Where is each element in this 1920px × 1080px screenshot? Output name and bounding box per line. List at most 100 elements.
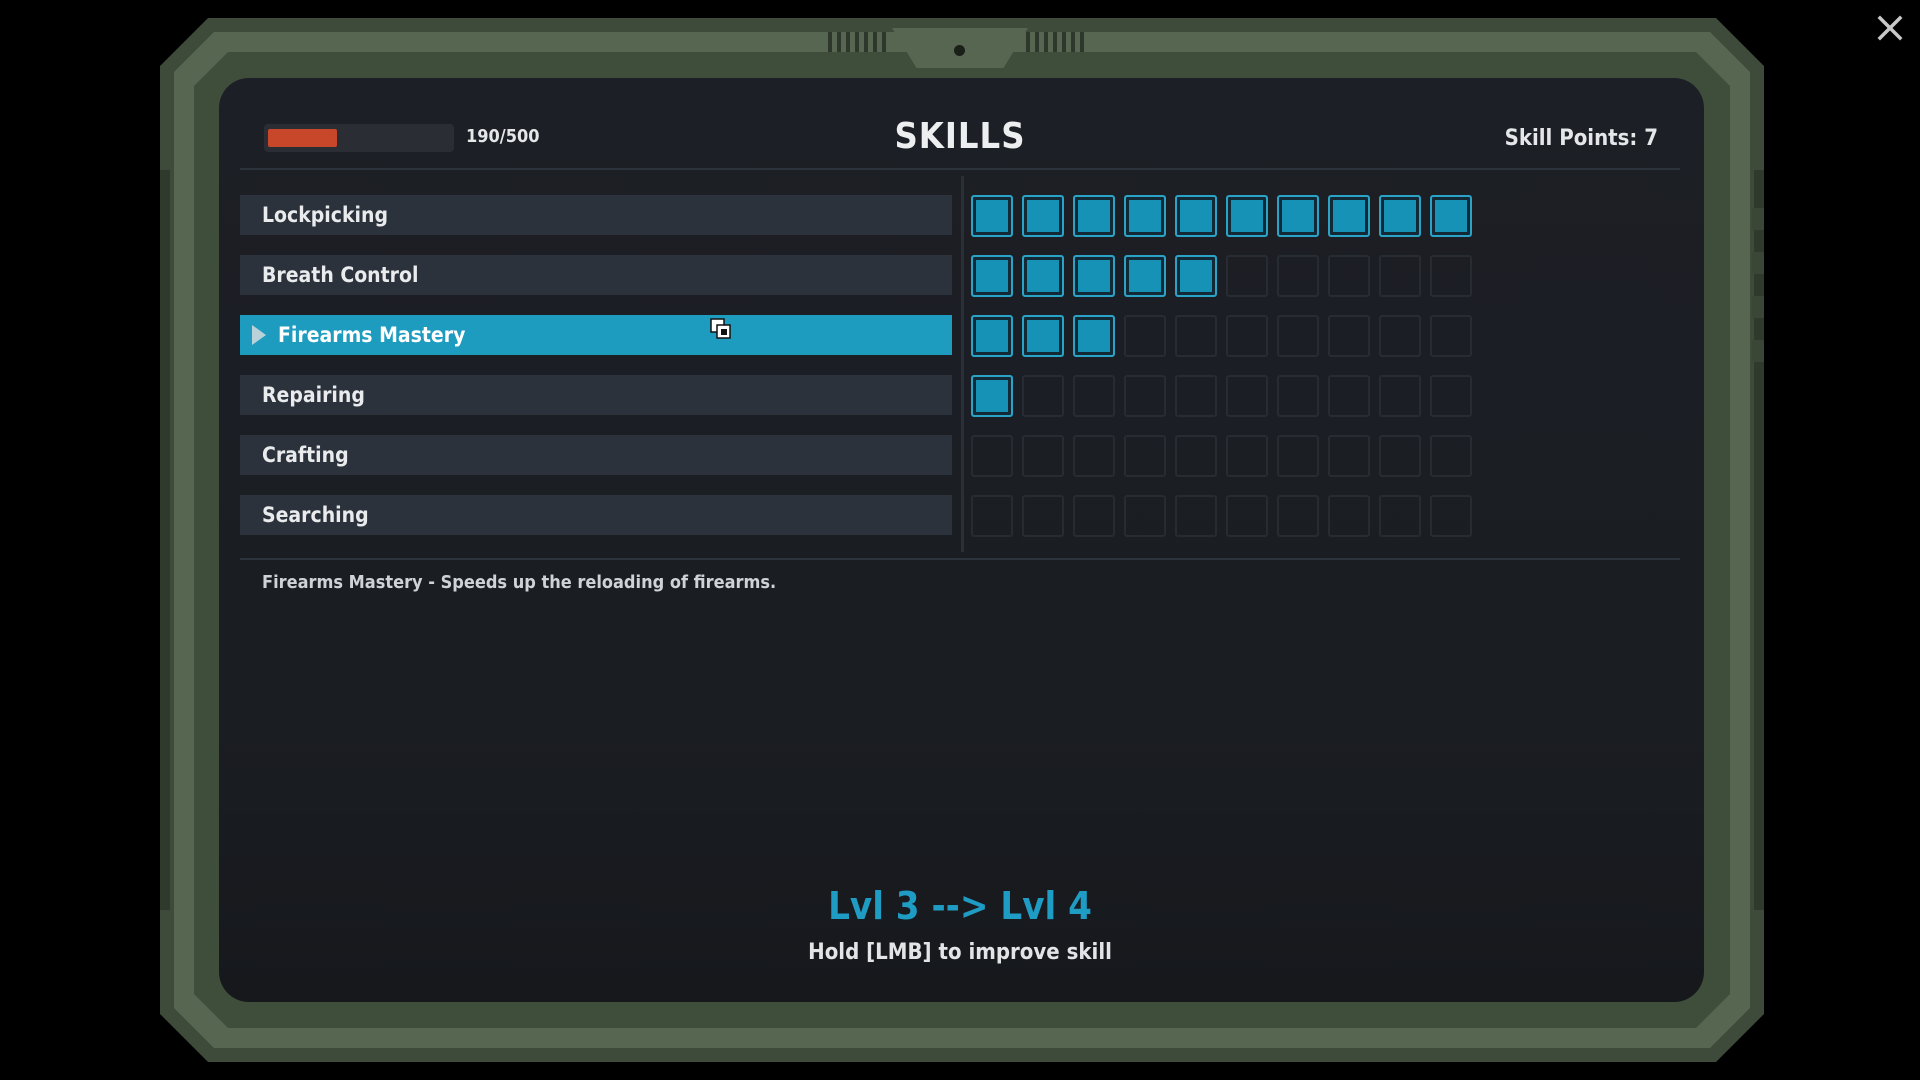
side-button [1752,208,1764,230]
level-change-text: Lvl 3 --> Lvl 4 [828,884,1092,928]
level-cell-empty [1430,495,1472,537]
skill-label: Repairing [262,383,365,407]
level-cell-filled [1379,195,1421,237]
skill-label: Crafting [262,443,349,467]
level-row [971,315,1472,357]
level-cell-filled [1277,195,1319,237]
level-cell-empty [1430,255,1472,297]
level-cell-filled [971,255,1013,297]
level-cell-filled [1073,255,1115,297]
side-button [1752,340,1764,362]
skill-label: Breath Control [262,263,419,287]
level-cell-empty [1226,255,1268,297]
level-cell-empty [1379,495,1421,537]
level-cell-filled [1175,255,1217,297]
level-cell-empty [1175,435,1217,477]
skill-item-firearms-mastery[interactable]: Firearms Mastery [240,315,952,355]
level-cell-filled [1430,195,1472,237]
level-cell-empty [1379,315,1421,357]
level-cell-filled [1022,195,1064,237]
level-cell-empty [1430,435,1472,477]
xp-counter: 190/500 [466,126,540,147]
camera-icon [954,45,965,56]
level-cell-empty [1124,435,1166,477]
skill-item-repairing[interactable]: Repairing [240,375,952,415]
skill-item-crafting[interactable]: Crafting [240,435,952,475]
level-cell-empty [1328,255,1370,297]
level-cell-empty [1226,375,1268,417]
skill-item-searching[interactable]: Searching [240,495,952,535]
skill-label: Lockpicking [262,203,388,227]
speaker-grille-left [828,32,886,52]
level-cell-empty [1277,435,1319,477]
description-divider [240,558,1680,560]
level-cell-filled [971,375,1013,417]
column-divider [961,176,964,552]
level-cell-empty [1022,375,1064,417]
page-title: SKILLS [894,116,1026,157]
improve-hint[interactable]: Hold [LMB] to improve skill [760,940,1160,965]
side-button [1752,252,1764,274]
level-cell-empty [1277,375,1319,417]
level-cell-empty [1379,255,1421,297]
level-cell-empty [1430,315,1472,357]
frame-edge-right [1754,170,1764,910]
level-cell-filled [971,195,1013,237]
level-cell-empty [1124,375,1166,417]
skill-item-breath-control[interactable]: Breath Control [240,255,952,295]
level-cell-empty [1277,315,1319,357]
level-cell-empty [1124,495,1166,537]
level-cell-empty [1226,495,1268,537]
level-cell-empty [1175,495,1217,537]
level-cell-empty [1328,375,1370,417]
close-button[interactable] [1872,10,1908,46]
level-cell-empty [1277,495,1319,537]
skill-label: Searching [262,503,369,527]
skill-level-grid [971,195,1472,555]
level-cell-empty [971,435,1013,477]
level-cell-empty [1379,375,1421,417]
speaker-grille-right [1026,32,1084,52]
xp-progress-bar [264,124,454,152]
level-row [971,375,1472,417]
level-cell-empty [1073,375,1115,417]
level-cell-filled [971,315,1013,357]
level-cell-empty [1124,315,1166,357]
xp-progress-fill [268,129,337,147]
level-cell-empty [1175,315,1217,357]
level-cell-empty [1328,435,1370,477]
level-cell-empty [1073,495,1115,537]
level-row [971,435,1472,477]
level-cell-empty [1226,315,1268,357]
level-row [971,195,1472,237]
level-cell-filled [1073,315,1115,357]
frame-edge-left [160,170,170,910]
level-cell-empty [1379,435,1421,477]
level-cell-filled [1328,195,1370,237]
level-cell-filled [1073,195,1115,237]
level-cell-filled [1022,255,1064,297]
skill-list: Lockpicking Breath Control Firearms Mast… [240,195,952,555]
level-cell-empty [1226,435,1268,477]
level-cell-filled [1022,315,1064,357]
header-divider [240,168,1680,170]
skill-points-counter: Skill Points: 7 [1504,126,1658,151]
level-cell-empty [971,495,1013,537]
level-cell-empty [1328,315,1370,357]
level-cell-filled [1175,195,1217,237]
skill-description: Firearms Mastery - Speeds up the reloadi… [262,572,777,593]
level-cell-empty [1328,495,1370,537]
level-cell-empty [1175,375,1217,417]
level-cell-empty [1022,495,1064,537]
level-cell-empty [1430,375,1472,417]
level-row [971,495,1472,537]
level-cell-filled [1124,195,1166,237]
side-button [1752,296,1764,318]
level-cell-empty [1022,435,1064,477]
close-icon [1877,15,1903,41]
selected-arrow-icon [252,325,266,345]
skill-item-lockpicking[interactable]: Lockpicking [240,195,952,235]
mouse-cursor-icon [710,318,731,339]
skill-label: Firearms Mastery [278,323,466,347]
level-cell-filled [1124,255,1166,297]
